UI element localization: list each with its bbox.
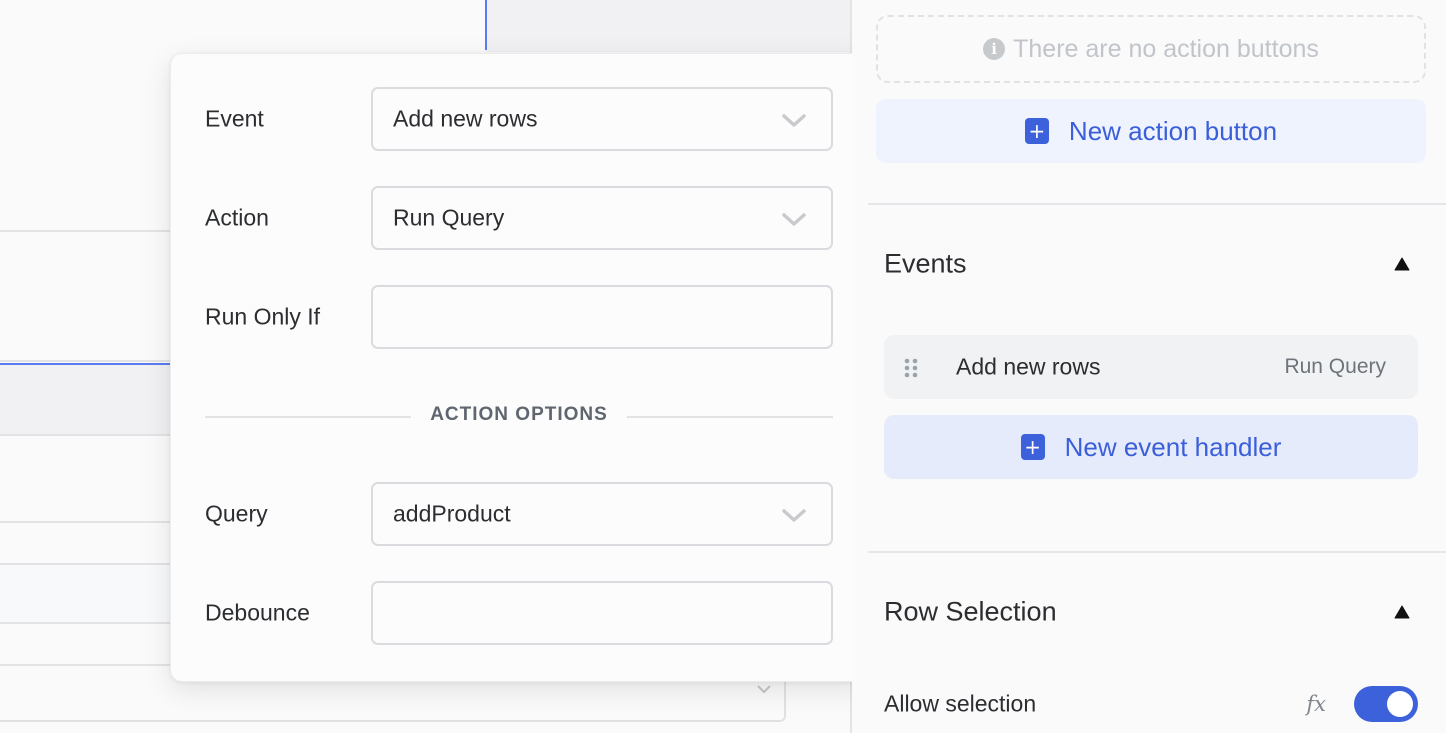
event-field: Event Add new rows xyxy=(205,87,833,151)
table-header xyxy=(0,365,170,435)
query-field: Query addProduct xyxy=(205,482,833,546)
fx-icon[interactable]: fx xyxy=(1306,692,1326,716)
events-section-header[interactable]: Events xyxy=(884,244,1418,284)
allow-selection-label: Allow selection xyxy=(884,690,1037,717)
debounce-field: Debounce xyxy=(205,581,833,645)
chevron-down-icon xyxy=(757,685,771,694)
allow-selection-setting: Allow selection fx xyxy=(884,680,1418,728)
query-select-value: addProduct xyxy=(393,500,511,527)
chevron-down-icon xyxy=(782,114,806,127)
table-row-divider xyxy=(0,521,170,523)
query-select[interactable]: addProduct xyxy=(371,482,833,546)
new-action-button[interactable]: + New action button xyxy=(876,99,1426,163)
section-separator xyxy=(868,551,1446,553)
new-event-handler-label: New event handler xyxy=(1064,431,1282,462)
plus-icon: + xyxy=(1024,118,1049,144)
new-event-handler-button[interactable]: + New event handler xyxy=(884,415,1418,479)
info-icon: i xyxy=(983,38,1006,60)
no-action-buttons-text: There are no action buttons xyxy=(1013,34,1319,63)
table-row-divider xyxy=(0,563,170,565)
canvas-divider xyxy=(0,360,170,362)
caret-up-icon[interactable] xyxy=(1394,605,1410,619)
event-label: Event xyxy=(205,105,264,132)
event-handler-item[interactable]: Add new rows Run Query xyxy=(884,335,1418,399)
event-select-value: Add new rows xyxy=(393,105,538,132)
inspector-panel: i There are no action buttons + New acti… xyxy=(852,0,1446,733)
canvas-divider xyxy=(0,230,170,232)
row-selection-title: Row Selection xyxy=(884,596,1057,627)
event-handler-event: Add new rows xyxy=(956,353,1101,380)
section-separator xyxy=(868,203,1446,205)
table-row-divider xyxy=(0,622,170,624)
chevron-down-icon xyxy=(782,213,806,226)
action-select[interactable]: Run Query xyxy=(371,186,833,250)
event-select[interactable]: Add new rows xyxy=(371,87,833,151)
debounce-input[interactable] xyxy=(371,581,833,645)
chevron-down-icon xyxy=(782,509,806,522)
drag-handle-icon[interactable] xyxy=(904,358,918,378)
new-action-button-label: New action button xyxy=(1068,115,1278,146)
canvas-component-header xyxy=(486,0,851,52)
action-field: Action Run Query xyxy=(205,186,833,250)
allow-selection-toggle[interactable] xyxy=(1354,686,1418,722)
action-label: Action xyxy=(205,204,269,231)
toggle-knob xyxy=(1387,691,1413,717)
action-select-value: Run Query xyxy=(393,204,505,231)
selection-outline xyxy=(485,0,487,50)
action-options-title: ACTION OPTIONS xyxy=(430,404,608,425)
table-row-divider xyxy=(0,434,170,436)
event-handler-action: Run Query xyxy=(1284,355,1386,378)
run-only-if-label: Run Only If xyxy=(205,303,321,330)
run-only-if-input[interactable] xyxy=(371,285,833,349)
plus-icon: + xyxy=(1020,434,1045,460)
events-title: Events xyxy=(884,248,967,279)
event-handler-popover: Event Add new rows Action Run Query Run … xyxy=(170,53,867,682)
divider-line xyxy=(627,416,833,418)
action-options-divider: ACTION OPTIONS xyxy=(205,404,833,430)
run-only-if-field: Run Only If xyxy=(205,285,833,349)
query-label: Query xyxy=(205,500,268,527)
row-selection-section-header[interactable]: Row Selection xyxy=(884,592,1418,632)
no-action-buttons-placeholder: i There are no action buttons xyxy=(876,15,1426,83)
debounce-label: Debounce xyxy=(205,599,310,626)
caret-up-icon[interactable] xyxy=(1394,257,1410,271)
